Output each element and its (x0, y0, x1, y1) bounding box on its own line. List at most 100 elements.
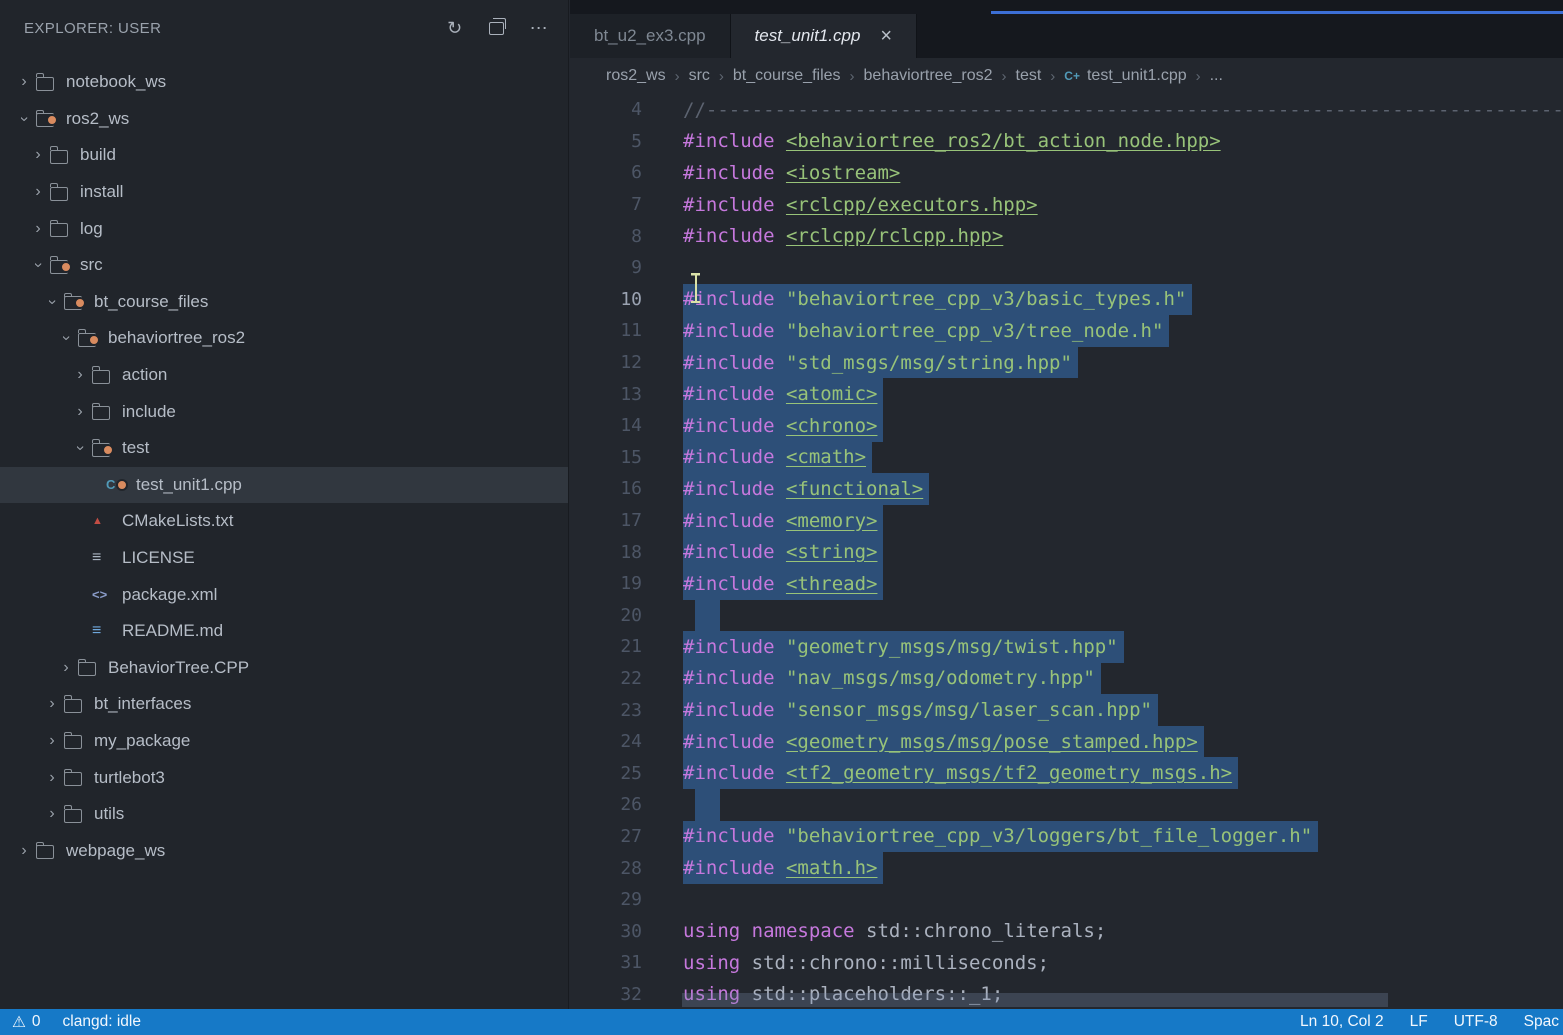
tree-item-README.md[interactable]: ≡README.md (0, 613, 568, 650)
cpp-file-icon: C+ (1064, 69, 1080, 83)
problems-indicator[interactable]: ⚠ 0 (12, 1013, 41, 1032)
tree-item-LICENSE[interactable]: ≡LICENSE (0, 540, 568, 577)
code-line-21[interactable]: 21#include "geometry_msgs/msg/twist.hpp" (570, 631, 1563, 663)
tree-item-webpage_ws[interactable]: ›webpage_ws (0, 832, 568, 869)
indentation-indicator[interactable]: Spac (1524, 1013, 1559, 1031)
code-line-18[interactable]: 18#include <string> (570, 536, 1563, 568)
code-line-7[interactable]: 7#include <rclcpp/executors.hpp> (570, 189, 1563, 221)
folder-icon (36, 74, 62, 91)
tree-item-src[interactable]: ›src (0, 247, 568, 284)
code-line-8[interactable]: 8#include <rclcpp/rclcpp.hpp> (570, 220, 1563, 252)
status-bar: ⚠ 0 clangd: idle Ln 10, Col 2 LF UTF-8 S… (0, 1009, 1563, 1035)
tree-item-test_unit1.cpp[interactable]: C+test_unit1.cpp (0, 467, 568, 504)
tree-item-BehaviorTree.CPP[interactable]: ›BehaviorTree.CPP (0, 650, 568, 687)
tree-item-build[interactable]: ›build (0, 137, 568, 174)
breadcrumb-item-bt_course_files[interactable]: bt_course_files (733, 67, 841, 85)
folder-icon (64, 806, 90, 823)
folder-icon (64, 769, 90, 786)
eol-indicator[interactable]: LF (1410, 1013, 1428, 1031)
code-line-26[interactable]: 26 (570, 789, 1563, 821)
language-server-status[interactable]: clangd: idle (63, 1013, 141, 1031)
code-text (683, 600, 720, 632)
code-line-4[interactable]: 4//-------------------------------------… (570, 94, 1563, 126)
code-text: #include <rclcpp/executors.hpp> (683, 189, 1038, 221)
cursor-position[interactable]: Ln 10, Col 2 (1300, 1013, 1384, 1031)
tree-item-test[interactable]: ›test (0, 430, 568, 467)
tree-item-turtlebot3[interactable]: ›turtlebot3 (0, 759, 568, 796)
tree-item-action[interactable]: ›action (0, 357, 568, 394)
line-number: 23 (570, 694, 642, 726)
code-line-24[interactable]: 24#include <geometry_msgs/msg/pose_stamp… (570, 726, 1563, 758)
code-line-28[interactable]: 28#include <math.h> (570, 852, 1563, 884)
tab-test_unit1.cpp[interactable]: test_unit1.cpp× (731, 14, 918, 58)
code-line-29[interactable]: 29 (570, 884, 1563, 916)
breadcrumb-item-behaviortree_ros2[interactable]: behaviortree_ros2 (864, 67, 993, 85)
code-line-30[interactable]: 30 using namespace std::chrono_literals; (570, 915, 1563, 947)
line-number: 25 (570, 757, 642, 789)
refresh-explorer-icon[interactable]: ↻ (447, 18, 462, 39)
line-number: 20 (570, 600, 642, 632)
tab-bt_u2_ex3.cpp[interactable]: bt_u2_ex3.cpp (570, 14, 731, 58)
code-line-13[interactable]: 13#include <atomic> (570, 378, 1563, 410)
code-line-11[interactable]: 11#include "behaviortree_cpp_v3/tree_nod… (570, 315, 1563, 347)
code-line-23[interactable]: 23#include "sensor_msgs/msg/laser_scan.h… (570, 694, 1563, 726)
chevron-collapsed-icon: › (12, 73, 36, 91)
code-line-15[interactable]: 15#include <cmath> (570, 442, 1563, 474)
code-editor[interactable]: 4//-------------------------------------… (570, 94, 1563, 1009)
breadcrumb-separator-icon: › (1050, 68, 1055, 85)
tree-item-ros2_ws[interactable]: ›ros2_ws (0, 101, 568, 138)
vscode-window: EXPLORER: USER ↻⋯ ›notebook_ws›ros2_ws›b… (0, 0, 1563, 1035)
code-text: #include "behaviortree_cpp_v3/loggers/bt… (683, 821, 1318, 853)
tree-item-bt_course_files[interactable]: ›bt_course_files (0, 284, 568, 321)
collapse-folders-icon[interactable] (489, 22, 504, 35)
chevron-collapsed-icon: › (26, 146, 50, 164)
tree-item-bt_interfaces[interactable]: ›bt_interfaces (0, 686, 568, 723)
code-line-12[interactable]: 12#include "std_msgs/msg/string.hpp" (570, 347, 1563, 379)
line-number: 30 (570, 915, 642, 947)
line-number: 21 (570, 631, 642, 663)
code-line-20[interactable]: 20 (570, 600, 1563, 632)
tree-item-utils[interactable]: ›utils (0, 796, 568, 833)
tree-item-behaviortree_ros2[interactable]: ›behaviortree_ros2 (0, 320, 568, 357)
code-line-22[interactable]: 22#include "nav_msgs/msg/odometry.hpp" (570, 663, 1563, 695)
editor-group: bt_u2_ex3.cpptest_unit1.cpp× ros2_ws›src… (570, 0, 1563, 1009)
tree-item-install[interactable]: ›install (0, 174, 568, 211)
tree-item-my_package[interactable]: ›my_package (0, 723, 568, 760)
breadcrumb-separator-icon: › (1196, 68, 1201, 85)
line-number: 13 (570, 378, 642, 410)
more-actions-icon[interactable]: ⋯ (530, 18, 548, 39)
breadcrumb-item-test_unit1.cpp[interactable]: test_unit1.cpp (1087, 67, 1187, 85)
code-line-5[interactable]: 5#include <behaviortree_ros2/bt_action_n… (570, 126, 1563, 158)
tree-item-notebook_ws[interactable]: ›notebook_ws (0, 64, 568, 101)
tree-item-package.xml[interactable]: <>package.xml (0, 576, 568, 613)
close-tab-icon[interactable]: × (880, 26, 892, 46)
breadcrumb-item-test[interactable]: test (1016, 67, 1042, 85)
code-line-6[interactable]: 6#include <iostream> (570, 157, 1563, 189)
code-line-17[interactable]: 17#include <memory> (570, 505, 1563, 537)
line-number: 27 (570, 821, 642, 853)
breadcrumb-item-src[interactable]: src (689, 67, 710, 85)
breadcrumb-item-...[interactable]: ... (1210, 67, 1223, 85)
code-text: #include <tf2_geometry_msgs/tf2_geometry… (683, 757, 1238, 789)
horizontal-scrollbar-thumb[interactable] (682, 993, 1388, 1007)
selection-fragment (695, 600, 720, 632)
code-line-16[interactable]: 16#include <functional> (570, 473, 1563, 505)
code-line-19[interactable]: 19#include <thread> (570, 568, 1563, 600)
selection-fragment (695, 789, 720, 821)
code-line-9[interactable]: 9 (570, 252, 1563, 284)
explorer-actions: ↻⋯ (447, 18, 548, 39)
code-text: using namespace std::chrono_literals; (683, 915, 1106, 947)
encoding-indicator[interactable]: UTF-8 (1454, 1013, 1498, 1031)
code-line-10[interactable]: 10#include "behaviortree_cpp_v3/basic_ty… (570, 284, 1563, 316)
code-line-27[interactable]: 27 #include "behaviortree_cpp_v3/loggers/… (570, 821, 1563, 853)
tree-item-CMakeLists.txt[interactable]: ▲CMakeLists.txt (0, 503, 568, 540)
tree-item-log[interactable]: ›log (0, 210, 568, 247)
code-line-25[interactable]: 25 #include <tf2_geometry_msgs/tf2_geomet… (570, 757, 1563, 789)
xml-file-icon: <> (92, 587, 118, 602)
explorer-sidebar: EXPLORER: USER ↻⋯ ›notebook_ws›ros2_ws›b… (0, 0, 569, 1009)
folder-icon (50, 147, 76, 164)
code-line-14[interactable]: 14#include <chrono> (570, 410, 1563, 442)
code-line-31[interactable]: 31using std::chrono::milliseconds; (570, 947, 1563, 979)
tree-item-include[interactable]: ›include (0, 393, 568, 430)
breadcrumb-item-ros2_ws[interactable]: ros2_ws (606, 67, 666, 85)
